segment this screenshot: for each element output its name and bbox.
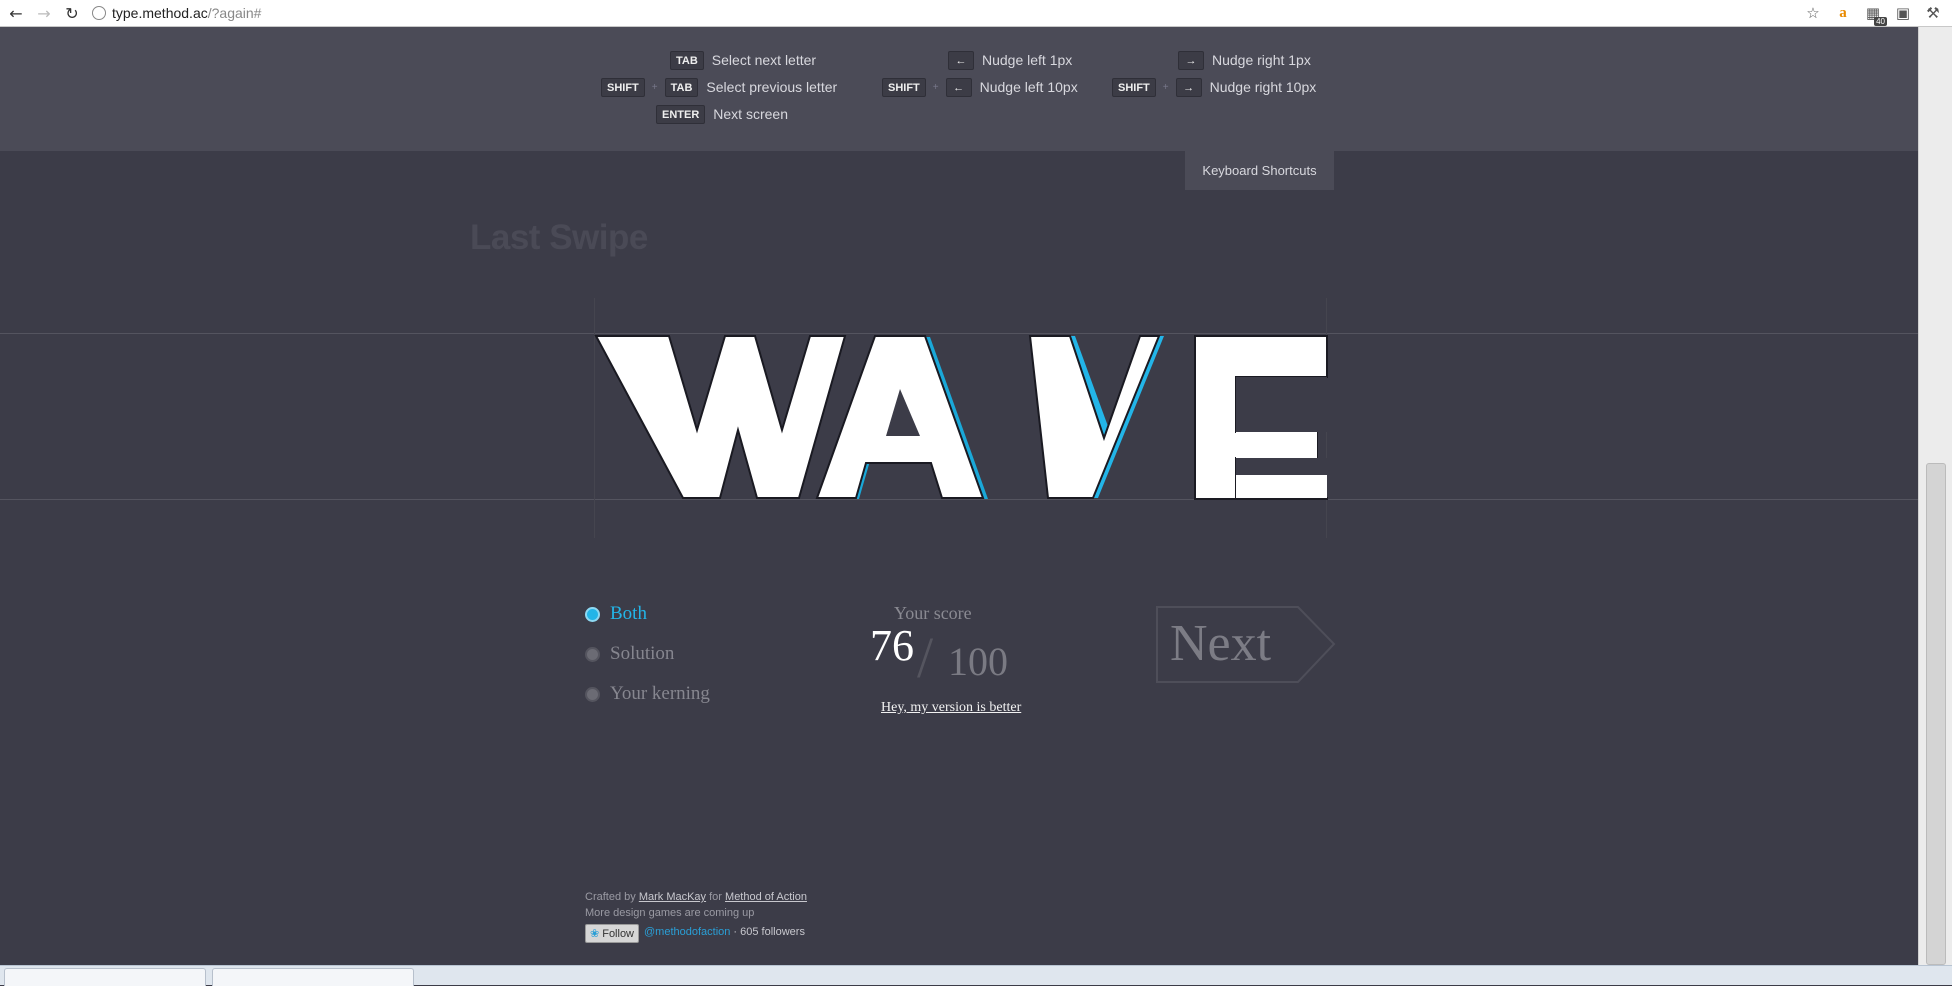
shortcut-label: Nudge left 10px bbox=[979, 79, 1078, 95]
taskbar-item[interactable] bbox=[212, 968, 414, 986]
company-link[interactable]: Method of Action bbox=[725, 889, 807, 905]
twitter-handle-link[interactable]: @methodofaction bbox=[644, 924, 730, 940]
twitter-bird-icon: ❀ bbox=[590, 927, 600, 940]
calendar-extension-icon[interactable]: ▦ 40 bbox=[1862, 2, 1887, 26]
next-label: Next bbox=[1170, 615, 1272, 672]
shortcut-nudge-right-10: SHIFT + → Nudge right 10px bbox=[1112, 77, 1316, 97]
radio-label: Solution bbox=[610, 643, 675, 664]
key-shift: SHIFT bbox=[882, 77, 926, 97]
globe-icon bbox=[92, 6, 106, 20]
follow-label: Follow bbox=[602, 927, 635, 940]
shortcut-label: Nudge left 1px bbox=[982, 52, 1073, 68]
level-title: Last Swipe bbox=[470, 218, 648, 257]
bookmark-star-icon[interactable]: ☆ bbox=[1802, 2, 1824, 24]
scrollbar-thumb[interactable] bbox=[1926, 463, 1946, 965]
kerning-word bbox=[594, 335, 1328, 500]
keyboard-shortcuts-toggle[interactable]: Keyboard Shortcuts bbox=[1185, 151, 1334, 190]
author-link[interactable]: Mark MacKay bbox=[639, 889, 706, 905]
radio-dot-icon bbox=[585, 646, 600, 662]
amazon-extension-icon[interactable]: a bbox=[1832, 2, 1854, 24]
shortcut-nudge-right-1: → Nudge right 1px bbox=[1178, 50, 1311, 70]
shortcut-previous-letter: SHIFT + TAB Select previous letter bbox=[601, 77, 837, 97]
crafted-by-text: Crafted by bbox=[585, 891, 636, 903]
shortcut-label: Next screen bbox=[713, 106, 788, 122]
plus-sign: + bbox=[651, 81, 658, 93]
footer: Crafted by Mark MacKay for Method of Act… bbox=[585, 889, 807, 943]
letter-e-bottom-bar bbox=[1236, 475, 1327, 498]
keyboard-shortcuts-panel: TAB Select next letter SHIFT + TAB Selec… bbox=[0, 27, 1918, 151]
key-right-arrow: → bbox=[1175, 77, 1202, 97]
wrench-icon[interactable]: ⚒ bbox=[1922, 2, 1944, 24]
score-value: 76 bbox=[870, 621, 914, 670]
radio-label: Both bbox=[610, 603, 647, 624]
key-left-arrow: ← bbox=[945, 77, 972, 97]
score-separator: / bbox=[917, 625, 934, 690]
shortcut-label: Nudge right 1px bbox=[1212, 52, 1311, 68]
radio-solution[interactable]: Solution bbox=[585, 643, 674, 665]
key-right-arrow: → bbox=[1178, 50, 1204, 70]
twitter-follow-button[interactable]: ❀ Follow bbox=[585, 924, 640, 943]
letter-e-gap-bottom bbox=[1236, 458, 1327, 475]
letter-w bbox=[594, 335, 847, 499]
followers-count: · 605 followers bbox=[733, 926, 805, 938]
more-games-text: More design games are coming up bbox=[585, 907, 755, 919]
url-host: type.method.ac bbox=[112, 5, 208, 21]
radio-dot-icon bbox=[585, 686, 600, 702]
shortcut-nudge-left-1: ← Nudge left 1px bbox=[948, 50, 1072, 70]
radio-label: Your kerning bbox=[610, 683, 710, 704]
extension-badge: 40 bbox=[1874, 17, 1887, 26]
key-shift: SHIFT bbox=[601, 77, 645, 97]
plus-sign: + bbox=[932, 81, 939, 93]
tag-extension-icon[interactable]: ▣ bbox=[1892, 2, 1914, 24]
forward-icon[interactable]: → bbox=[32, 1, 56, 25]
letter-e-gap-top bbox=[1236, 377, 1327, 432]
shortcut-next-letter: TAB Select next letter bbox=[670, 50, 816, 70]
key-tab: TAB bbox=[664, 77, 699, 97]
radio-dot-icon bbox=[585, 606, 600, 622]
next-button[interactable]: Next bbox=[1156, 606, 1336, 683]
vertical-scrollbar[interactable] bbox=[1918, 27, 1952, 965]
key-left-arrow: ← bbox=[948, 50, 974, 70]
letter-e-middle-bar bbox=[1236, 432, 1317, 458]
plus-sign: + bbox=[1162, 81, 1169, 93]
back-icon[interactable]: ← bbox=[4, 1, 28, 25]
url-path: /?again# bbox=[207, 5, 262, 21]
dispute-link[interactable]: Hey, my version is better bbox=[881, 700, 1021, 716]
address-bar[interactable]: type.method.ac/?again# bbox=[92, 2, 1798, 24]
for-text: for bbox=[709, 891, 722, 903]
shortcut-next-screen: ENTER Next screen bbox=[656, 104, 788, 124]
radio-your-kerning[interactable]: Your kerning bbox=[585, 683, 710, 705]
reload-icon[interactable]: ↻ bbox=[60, 1, 84, 25]
shortcut-label: Nudge right 10px bbox=[1209, 79, 1317, 95]
key-enter: ENTER bbox=[656, 104, 706, 124]
key-tab: TAB bbox=[670, 50, 704, 70]
shortcut-label: Select previous letter bbox=[706, 79, 838, 95]
key-shift: SHIFT bbox=[1112, 77, 1156, 97]
score-max: 100 bbox=[948, 639, 1008, 684]
letter-v bbox=[1028, 335, 1161, 499]
shortcut-label: Select next letter bbox=[711, 52, 817, 68]
shortcut-nudge-left-10: SHIFT + ← Nudge left 10px bbox=[882, 77, 1078, 97]
radio-both[interactable]: Both bbox=[585, 603, 647, 625]
cap-height-guide bbox=[0, 333, 1918, 334]
taskbar bbox=[0, 965, 1952, 986]
browser-toolbar: ← → ↻ type.method.ac/?again# ☆ a ▦ 40 ▣ ⚒ bbox=[0, 0, 1952, 27]
taskbar-item[interactable] bbox=[4, 968, 206, 986]
